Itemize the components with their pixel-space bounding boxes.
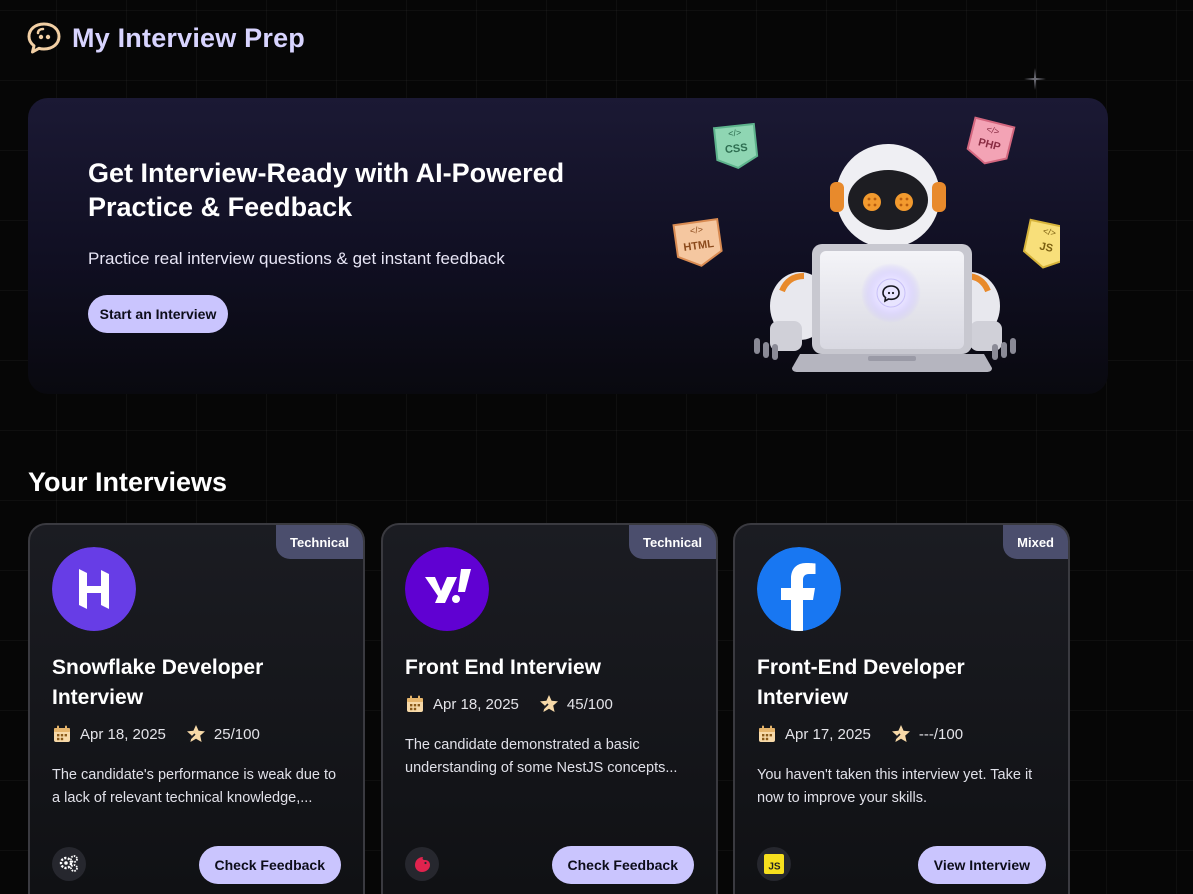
interview-card: Mixed Front-End Developer Interview Apr … xyxy=(733,523,1070,894)
interview-meta: Apr 18, 2025 25/100 xyxy=(52,722,280,746)
chat-bubble-icon[interactable] xyxy=(26,20,62,56)
interview-date: Apr 18, 2025 xyxy=(433,695,519,713)
facebook-logo-icon xyxy=(757,547,841,631)
hostinger-logo-icon xyxy=(52,547,136,631)
start-interview-button[interactable]: Start an Interview xyxy=(88,295,228,333)
calendar-icon xyxy=(759,725,775,742)
interview-type-badge: Mixed xyxy=(1003,525,1068,559)
star-icon xyxy=(539,695,558,712)
hero-title: Get Interview-Ready with AI-Powered Prac… xyxy=(88,158,565,222)
check-feedback-button[interactable]: Check Feedback xyxy=(198,846,341,884)
interview-meta: Apr 18, 2025 45/100 xyxy=(405,692,633,716)
gear-cluster-icon xyxy=(59,855,78,872)
tech-stack-item: JS xyxy=(757,847,791,881)
svg-text:CSS: CSS xyxy=(724,142,748,156)
interview-card: Technical Front End Interview Apr 18, 20… xyxy=(381,523,718,894)
nestjs-icon xyxy=(415,857,430,872)
interview-score: 45/100 xyxy=(566,695,613,713)
calendar-icon xyxy=(54,725,70,742)
interview-description: The candidate's performance is weak due … xyxy=(52,767,337,806)
interview-meta: Apr 17, 2025 ---/100 xyxy=(757,722,983,746)
js-tag-icon: </> JS xyxy=(1022,218,1060,269)
app-title: My Interview Prep xyxy=(72,22,305,53)
interview-date: Apr 17, 2025 xyxy=(785,725,871,743)
svg-text:</>: </> xyxy=(728,127,742,138)
interview-description: You haven't taken this interview yet. Ta… xyxy=(757,767,1033,806)
calendar-icon xyxy=(407,695,423,712)
sparkle-icon xyxy=(1024,68,1046,90)
php-tag-icon: </> PHP xyxy=(966,116,1016,165)
tech-stack-item xyxy=(52,847,86,881)
hero-banner: Get Interview-Ready with AI-Powered Prac… xyxy=(28,98,1108,394)
html-tag-icon: </> HTML xyxy=(672,217,723,267)
interview-card: Technical Snowflake Developer Interview … xyxy=(28,523,365,894)
svg-text:</>: </> xyxy=(689,224,703,236)
interview-score: ---/100 xyxy=(918,725,964,743)
hero-subtitle: Practice real interview questions & get … xyxy=(88,249,505,268)
interview-title: Snowflake Developer Interview xyxy=(52,656,264,709)
robot-laptop-illustration: </> CSS </> PHP </> HTML </> JS xyxy=(672,116,1060,372)
javascript-icon: JS xyxy=(764,854,784,874)
star-icon xyxy=(891,725,910,742)
interview-title: Front End Interview xyxy=(405,656,602,679)
svg-text:JS: JS xyxy=(768,862,781,873)
interview-score: 25/100 xyxy=(213,725,260,743)
check-feedback-button[interactable]: Check Feedback xyxy=(551,846,694,884)
tech-stack-item xyxy=(405,847,439,881)
interview-description: The candidate demonstrated a basic under… xyxy=(405,737,678,776)
interview-title: Front-End Developer Interview xyxy=(757,656,965,709)
interview-date: Apr 18, 2025 xyxy=(80,725,166,743)
interview-type-badge: Technical xyxy=(628,525,716,559)
yahoo-logo-icon xyxy=(405,547,489,631)
interview-type-badge: Technical xyxy=(275,525,363,559)
section-title: Your Interviews xyxy=(28,467,228,497)
app-header: My Interview Prep xyxy=(26,18,305,58)
star-icon xyxy=(186,725,205,742)
css-tag-icon: </> CSS xyxy=(712,122,759,169)
view-interview-button[interactable]: View Interview xyxy=(917,846,1046,884)
